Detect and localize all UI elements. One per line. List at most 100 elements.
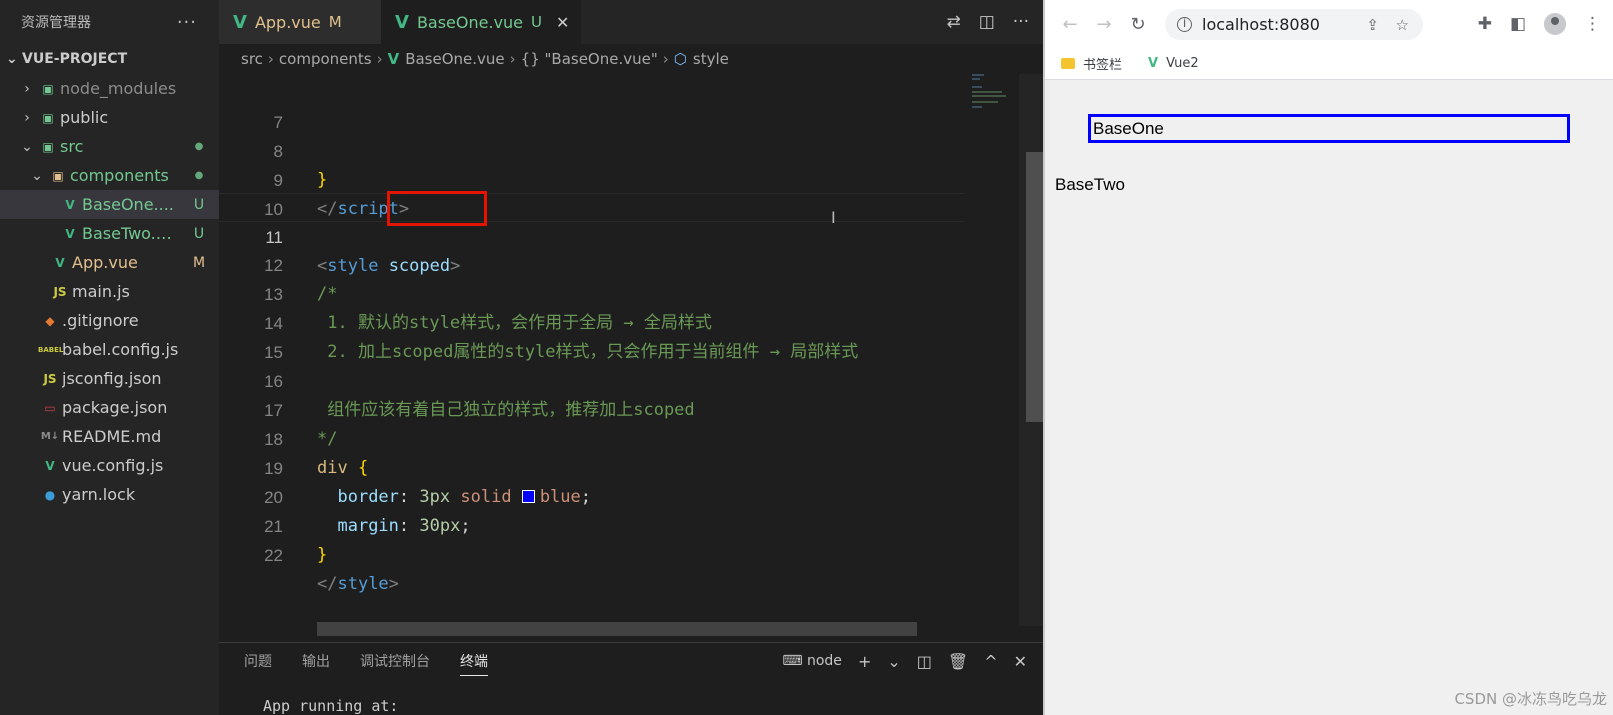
tree-item-node-modules[interactable]: › ▣ node_modules — [0, 74, 219, 103]
address-bar[interactable]: i localhost:8080 ⇪ ☆ — [1165, 9, 1423, 40]
minimap-line — [972, 78, 980, 80]
new-terminal-icon[interactable]: + — [858, 652, 871, 671]
explorer-header: 资源管理器 ··· — [0, 0, 219, 44]
npm-file-icon: ▭ — [44, 400, 56, 415]
code-token: style — [337, 574, 389, 594]
close-icon[interactable]: ✕ — [556, 13, 569, 32]
tree-item-babel-config[interactable]: BABEL babel.config.js — [0, 335, 219, 364]
chevron-down-icon[interactable]: ⌄ — [887, 652, 900, 671]
minimap-line — [972, 74, 984, 76]
browser-window: ← → ↻ i localhost:8080 ⇪ ☆ ✚ ◧ ⋮ 书签栏 V V… — [1043, 0, 1613, 715]
untracked-badge: U — [193, 225, 205, 242]
tree-item-app-vue[interactable]: V App.vue M — [0, 248, 219, 277]
chevron-right-icon: › — [509, 50, 516, 68]
side-panel-icon[interactable]: ◧ — [1510, 14, 1526, 34]
chevron-right-icon: › — [267, 50, 274, 68]
close-icon[interactable]: ✕ — [1014, 652, 1027, 671]
code-line: 22 </style> — [219, 512, 964, 594]
tree-item-label: vue.config.js — [62, 456, 164, 475]
vue-file-icon: V — [65, 197, 75, 212]
tree-item-gitignore[interactable]: ◆ .gitignore — [0, 306, 219, 335]
explorer-sidebar: 资源管理器 ··· ⌄ VUE-PROJECT › ▣ node_modules… — [0, 0, 219, 715]
horizontal-scrollbar[interactable] — [317, 622, 917, 636]
folder-icon: ▣ — [42, 110, 54, 125]
modified-badge: M — [192, 254, 206, 271]
scrollbar-thumb[interactable] — [1026, 152, 1043, 422]
code-line: 21 } — [219, 483, 964, 565]
tree-item-label: main.js — [72, 282, 130, 301]
terminal-selector[interactable]: ⌨ node — [782, 653, 842, 669]
bottom-panel: 问题 输出 调试控制台 终端 ⌨ node + ⌄ ◫ 🗑 ^ ✕ App ru… — [219, 642, 1043, 715]
extensions-icon[interactable]: ✚ — [1478, 14, 1492, 34]
tree-item-label: public — [60, 108, 109, 127]
highlight-box — [387, 191, 487, 226]
maximize-panel-icon[interactable]: ^ — [984, 652, 997, 671]
more-actions-icon[interactable]: ··· — [1013, 12, 1029, 32]
untracked-badge: U — [531, 13, 542, 31]
git-file-icon: ◆ — [45, 313, 55, 328]
tab-problems[interactable]: 问题 — [244, 651, 272, 671]
minimap[interactable] — [964, 74, 1019, 626]
split-terminal-icon[interactable]: ◫ — [917, 652, 932, 671]
site-info-icon[interactable]: i — [1177, 17, 1192, 32]
base-one-component: BaseOne — [1088, 114, 1570, 143]
tree-item-components[interactable]: ⌄ ▣ components ● — [0, 161, 219, 190]
folder-open-icon: ▣ — [52, 168, 64, 183]
breadcrumb-item[interactable]: components — [279, 50, 372, 68]
bookmark-folder[interactable]: 书签栏 — [1061, 54, 1122, 73]
chevron-right-icon: › — [24, 109, 30, 126]
bookmark-star-icon[interactable]: ☆ — [1396, 16, 1409, 34]
tree-item-package-json[interactable]: ▭ package.json — [0, 393, 219, 422]
tree-item-main-js[interactable]: JS main.js — [0, 277, 219, 306]
code-line: 14 2. 加上scoped属性的style样式，只会作用于当前组件 → 局部样… — [219, 280, 964, 362]
project-root[interactable]: ⌄ VUE-PROJECT — [0, 44, 219, 74]
vue-file-icon: V — [387, 50, 400, 68]
vertical-scrollbar[interactable] — [1019, 74, 1043, 626]
bookmark-vue2[interactable]: V Vue2 — [1148, 56, 1199, 71]
split-editor-icon[interactable]: ◫ — [979, 12, 995, 32]
more-actions-icon[interactable]: ··· — [177, 12, 197, 33]
compare-changes-icon[interactable]: ⇄ — [946, 12, 960, 32]
tree-item-basetwo[interactable]: V BaseTwo.v... U — [0, 219, 219, 248]
vue-file-icon: V — [233, 11, 247, 33]
reload-icon[interactable]: ↻ — [1121, 14, 1155, 35]
profile-avatar[interactable] — [1544, 13, 1566, 35]
tab-output[interactable]: 输出 — [302, 651, 330, 671]
tree-item-src[interactable]: ⌄ ▣ src ● — [0, 132, 219, 161]
chevron-right-icon: › — [376, 50, 383, 68]
vue-logo-icon: V — [1148, 56, 1159, 71]
chevron-down-icon: ⌄ — [21, 138, 33, 155]
tree-item-vue-config[interactable]: V vue.config.js — [0, 451, 219, 480]
tab-terminal[interactable]: 终端 — [460, 651, 488, 676]
breadcrumb-item[interactable]: BaseOne.vue — [405, 50, 504, 68]
share-icon[interactable]: ⇪ — [1366, 16, 1379, 34]
code-line: 18 div { — [219, 396, 964, 478]
breadcrumb-item[interactable]: {} "BaseOne.vue" — [521, 50, 658, 68]
tree-item-baseone[interactable]: V BaseOne.... U — [0, 190, 219, 219]
back-icon[interactable]: ← — [1053, 14, 1087, 35]
tree-item-public[interactable]: › ▣ public — [0, 103, 219, 132]
menu-icon[interactable]: ⋮ — [1584, 14, 1601, 34]
code-line: 8 } — [219, 108, 964, 190]
tab-app-vue[interactable]: V App.vue M — [219, 0, 381, 44]
text-cursor-icon: I — [831, 208, 836, 227]
url-text: localhost:8080 — [1202, 15, 1320, 34]
code-line: 12 /* — [219, 222, 964, 304]
forward-icon[interactable]: → — [1087, 14, 1121, 35]
vue-file-icon: V — [65, 226, 75, 241]
line-number: 22 — [264, 546, 283, 565]
tree-item-yarn-lock[interactable]: ● yarn.lock — [0, 480, 219, 509]
untracked-badge: U — [193, 196, 205, 213]
tree-item-jsconfig[interactable]: JS jsconfig.json — [0, 364, 219, 393]
tree-item-readme[interactable]: M↓ README.md — [0, 422, 219, 451]
code-editor[interactable]: 7 8 } 9 </script> 10 11 <style scoped> 1… — [219, 74, 964, 626]
tab-debug-console[interactable]: 调试控制台 — [360, 651, 430, 671]
breadcrumb-item[interactable]: src — [241, 50, 263, 68]
code-token: </ — [317, 574, 338, 594]
breadcrumb-item[interactable]: style — [693, 50, 729, 68]
chevron-down-icon: ⌄ — [6, 51, 18, 67]
modified-dot-icon: ● — [194, 170, 204, 181]
trash-icon[interactable]: 🗑 — [948, 652, 968, 671]
tab-baseone-vue[interactable]: V BaseOne.vue U ✕ — [381, 0, 581, 44]
tree-item-label: App.vue — [72, 253, 138, 272]
